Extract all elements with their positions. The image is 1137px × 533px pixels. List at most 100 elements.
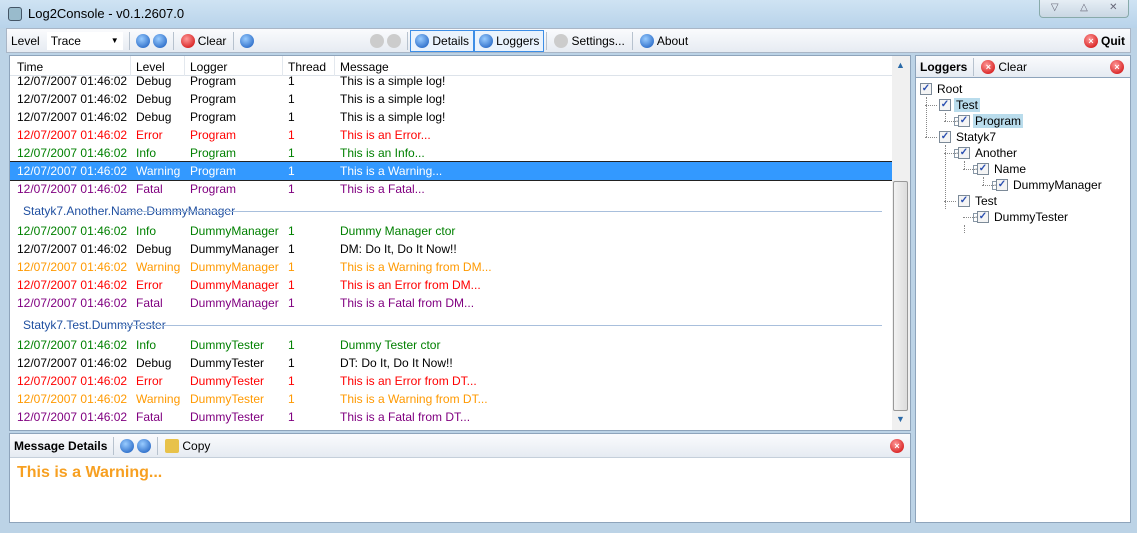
copy-icon (165, 438, 180, 453)
checkbox[interactable]: ✓ (958, 195, 970, 207)
scrollbar-thumb[interactable] (893, 181, 908, 411)
table-row[interactable]: 12/07/2007 01:46:02 Error Program 1 This is … (10, 126, 892, 144)
table-row[interactable]: 12/07/2007 01:46:02 Debug DummyTester 1 DT: … (10, 354, 892, 372)
details-button[interactable]: Details (410, 29, 475, 52)
column-header-time[interactable]: Time (17, 60, 43, 74)
tree-node-label: DummyTester (994, 210, 1069, 224)
zoom-out-icon[interactable] (120, 438, 135, 453)
checkbox[interactable]: ✓ (996, 179, 1008, 191)
checkbox[interactable]: ✓ (958, 147, 970, 159)
window-icon (479, 33, 494, 48)
zoom-out-icon[interactable] (135, 33, 150, 48)
previous-icon[interactable] (370, 33, 385, 48)
checkbox[interactable]: ✓ (958, 115, 970, 127)
settings-button[interactable]: Settings... (549, 30, 629, 52)
cell-message: DM: Do It, Do It Now!! (340, 242, 457, 256)
clear-button[interactable]: Clear (176, 30, 232, 52)
cell-level: Warning (136, 392, 181, 406)
vertical-scrollbar[interactable]: ▲ ▼ (892, 56, 910, 430)
table-row[interactable]: 12/07/2007 01:46:02 Info DummyManager 1 Dumm… (10, 222, 892, 240)
table-row[interactable]: 12/07/2007 01:46:02 Error DummyManager 1 Thi… (10, 276, 892, 294)
cell-time: 12/07/2007 01:46:02 (17, 182, 128, 196)
tree-node[interactable]: ✓ Root (920, 81, 964, 97)
cell-logger: DummyTester (190, 392, 265, 406)
loggers-button[interactable]: Loggers (474, 29, 545, 52)
table-row[interactable]: 12/07/2007 01:46:02 Info DummyTester 1 Dummy… (10, 336, 892, 354)
tree-node[interactable]: ✓ Name (977, 161, 1028, 177)
close-details-icon[interactable]: × (890, 438, 904, 453)
checkbox[interactable]: ✓ (977, 163, 989, 175)
column-header-message[interactable]: Message (340, 60, 389, 74)
table-row[interactable]: 12/07/2007 01:46:02 Debug Program 1 This is … (10, 108, 892, 126)
table-row[interactable]: 12/07/2007 01:46:02 Error DummyTester 1 This… (10, 372, 892, 390)
table-row[interactable]: 12/07/2007 01:46:02 Warning Program 1 This i… (10, 161, 893, 181)
scroll-up-icon[interactable]: ▲ (896, 60, 905, 70)
tree-node[interactable]: ✓ DummyManager (996, 177, 1104, 193)
close-button[interactable]: ✕ (1099, 0, 1128, 17)
window-controls: ▽ △ ✕ (1039, 0, 1129, 18)
column-header-logger[interactable]: Logger (190, 60, 227, 74)
column-header-level[interactable]: Level (136, 60, 165, 74)
about-button[interactable]: About (635, 30, 693, 52)
table-row[interactable]: 12/07/2007 01:46:02 Debug DummyManager 1 DM:… (10, 240, 892, 258)
cell-thread: 1 (288, 146, 295, 160)
clear-icon: × (981, 59, 996, 74)
maximize-button[interactable]: △ (1069, 0, 1098, 17)
checkbox[interactable]: ✓ (939, 131, 951, 143)
tree-node-label: Test (975, 194, 998, 208)
scroll-down-icon[interactable]: ▼ (896, 414, 905, 424)
group-header[interactable]: Statyk7.Test.DummyTester (10, 312, 892, 336)
group-header[interactable]: Statyk7.Another.Name.DummyManager (10, 198, 892, 222)
level-label: Level (11, 33, 40, 48)
window-icon (415, 33, 430, 48)
message-details-pane: Message Details Copy × This is a Warning… (9, 433, 911, 523)
checkbox[interactable]: ✓ (977, 211, 989, 223)
table-row[interactable]: 12/07/2007 01:46:02 Warning DummyTester 1 Th… (10, 390, 892, 408)
level-select[interactable]: Trace ▼ (46, 31, 123, 50)
tree-line (963, 169, 975, 170)
minimize-button[interactable]: ▽ (1040, 0, 1069, 17)
group-divider (120, 211, 882, 212)
cell-logger: DummyTester (190, 338, 265, 352)
checkbox[interactable]: ✓ (939, 99, 951, 111)
quit-button[interactable]: × Quit (1079, 30, 1130, 52)
tree-node[interactable]: ✓ Program (958, 113, 1024, 129)
cell-thread: 1 (288, 374, 295, 388)
cell-time: 12/07/2007 01:46:02 (17, 356, 128, 370)
cell-level: Fatal (136, 296, 163, 310)
cell-time: 12/07/2007 01:46:02 (17, 128, 128, 142)
tree-node[interactable]: ✓ Statyk7 (939, 129, 998, 145)
table-row[interactable]: 12/07/2007 01:46:02 Debug Program 1 This is … (10, 90, 892, 108)
table-row[interactable]: 12/07/2007 01:46:02 Warning DummyManager 1 T… (10, 258, 892, 276)
wrench-icon (554, 33, 569, 48)
tree-node[interactable]: ✓ Test (958, 193, 999, 209)
tree-line (964, 161, 965, 169)
tree-node[interactable]: ✓ Test (939, 97, 981, 113)
close-loggers-icon[interactable]: × (1110, 59, 1124, 74)
checkbox[interactable]: ✓ (920, 83, 932, 95)
window-title: Log2Console - v0.1.2607.0 (28, 6, 185, 21)
table-row[interactable]: 12/07/2007 01:46:02 Fatal Program 1 This is … (10, 180, 892, 198)
search-icon[interactable] (240, 33, 255, 48)
cell-logger: DummyManager (190, 224, 279, 238)
group-divider (120, 325, 882, 326)
settings-label: Settings... (571, 33, 625, 48)
cell-thread: 1 (288, 278, 295, 292)
loggers-clear-button[interactable]: × Clear (976, 56, 1032, 78)
chevron-down-icon: ▼ (110, 36, 119, 45)
cell-logger: DummyManager (190, 260, 279, 274)
cell-message: This is an Error from DT... (340, 374, 477, 388)
table-row[interactable]: 12/07/2007 01:46:02 Fatal DummyTester 1 This… (10, 408, 892, 426)
table-row[interactable]: 12/07/2007 01:46:02 Fatal DummyManager 1 Thi… (10, 294, 892, 312)
zoom-in-icon[interactable] (152, 33, 167, 48)
cell-thread: 1 (288, 392, 295, 406)
next-icon[interactable] (387, 33, 402, 48)
cell-logger: Program (190, 110, 237, 124)
tree-node[interactable]: ✓ Another (958, 145, 1019, 161)
zoom-in-icon[interactable] (137, 438, 152, 453)
table-row[interactable]: 12/07/2007 01:46:02 Info Program 1 This is a… (10, 144, 892, 162)
column-header-thread[interactable]: Thread (288, 60, 326, 74)
copy-button[interactable]: Copy (160, 435, 215, 457)
cell-time: 12/07/2007 01:46:02 (17, 392, 128, 406)
tree-node[interactable]: ✓ DummyTester (977, 209, 1070, 225)
